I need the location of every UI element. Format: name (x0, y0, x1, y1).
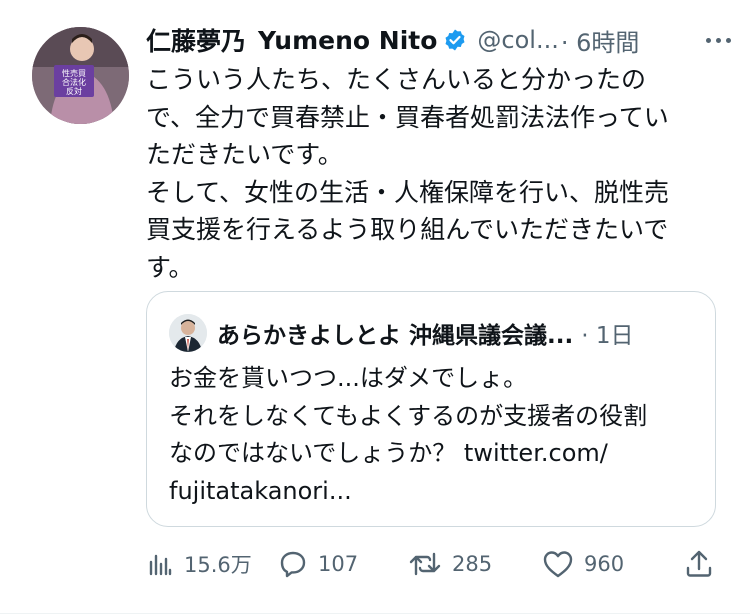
tweet-text-line: で、全力で買春禁止・買春者処罰法法作ってい (146, 102, 669, 132)
tweet-text-line: す。 (146, 252, 194, 282)
views-icon (149, 554, 172, 576)
more-options-icon[interactable] (700, 24, 736, 56)
like-count: 960 (584, 552, 625, 576)
author-name[interactable]: 仁藤夢乃 (146, 22, 246, 58)
views-button[interactable]: 15.6万 (146, 542, 252, 586)
verified-badge-icon (443, 28, 467, 52)
quoted-text-line[interactable]: fujitatakanori... (169, 473, 699, 511)
like-button[interactable]: 960 (542, 542, 624, 586)
heart-icon (543, 551, 573, 578)
reply-count: 107 (318, 552, 359, 576)
avatar-photo: 性売買 合法化 反対 (32, 27, 129, 124)
quoted-author-avatar[interactable] (169, 314, 207, 352)
tweet[interactable]: 性売買 合法化 反対 仁藤夢乃 Yumeno Nito @col... · 6時… (0, 0, 750, 614)
retweet-icon (409, 552, 441, 576)
share-icon (686, 550, 712, 577)
retweet-button[interactable]: 285 (408, 542, 492, 586)
retweet-count: 285 (452, 552, 493, 576)
quoted-avatar-photo (169, 314, 207, 352)
share-button[interactable] (684, 542, 714, 586)
views-count: 15.6万 (184, 553, 252, 577)
tweet-text-line: そして、女性の生活・人権保障を行い、脱性売 (146, 177, 670, 207)
avatar-sign-line-2: 合法化 (62, 77, 86, 87)
quoted-header: あらかきよしとよ 沖縄県議会議... · 1日 (217, 314, 707, 352)
quoted-text-line: それをしなくてもよくするのが支援者の役割 (169, 401, 648, 430)
author-handle[interactable]: @col... (477, 26, 558, 54)
tweet-header: 仁藤夢乃 Yumeno Nito @col... · 6時間 (146, 20, 736, 60)
author-avatar[interactable]: 性売買 合法化 反対 (32, 27, 129, 124)
quoted-time[interactable]: · 1日 (581, 316, 633, 350)
tweet-text-line: こういう人たち、たくさんいると分かったの (146, 65, 647, 94)
tweet-text: こういう人たち、たくさんいると分かったの で、全力で買春禁止・買春者処罰法法作っ… (146, 61, 726, 286)
author-name-en[interactable]: Yumeno Nito (258, 26, 437, 55)
quoted-text: お金を貰いつつ...はダメでしょ。 それをしなくてもよくするのが支援者の役割 な… (169, 360, 699, 510)
action-bar: 15.6万 107 285 960 (146, 542, 726, 586)
quoted-tweet[interactable]: あらかきよしとよ 沖縄県議会議... · 1日 お金を貰いつつ...はダメでしょ… (146, 291, 716, 527)
quoted-author-name[interactable]: あらかきよしとよ 沖縄県議会議... (217, 316, 573, 350)
tweet-time[interactable]: · 6時間 (561, 23, 640, 58)
quoted-text-line: なのではないでしょうか？ twitter.com/ (169, 439, 608, 467)
reply-icon (280, 551, 306, 578)
avatar-sign-line-1: 性売買 (62, 68, 86, 78)
tweet-text-line: ただきたいです。 (146, 140, 343, 169)
reply-button[interactable]: 107 (278, 542, 358, 586)
avatar-sign-line-3: 反対 (66, 86, 82, 96)
tweet-text-line: 買支援を行えるよう取り組んでいただきたいで (146, 215, 669, 244)
quoted-text-line: お金を貰いつつ...はダメでしょ。 (169, 364, 528, 392)
